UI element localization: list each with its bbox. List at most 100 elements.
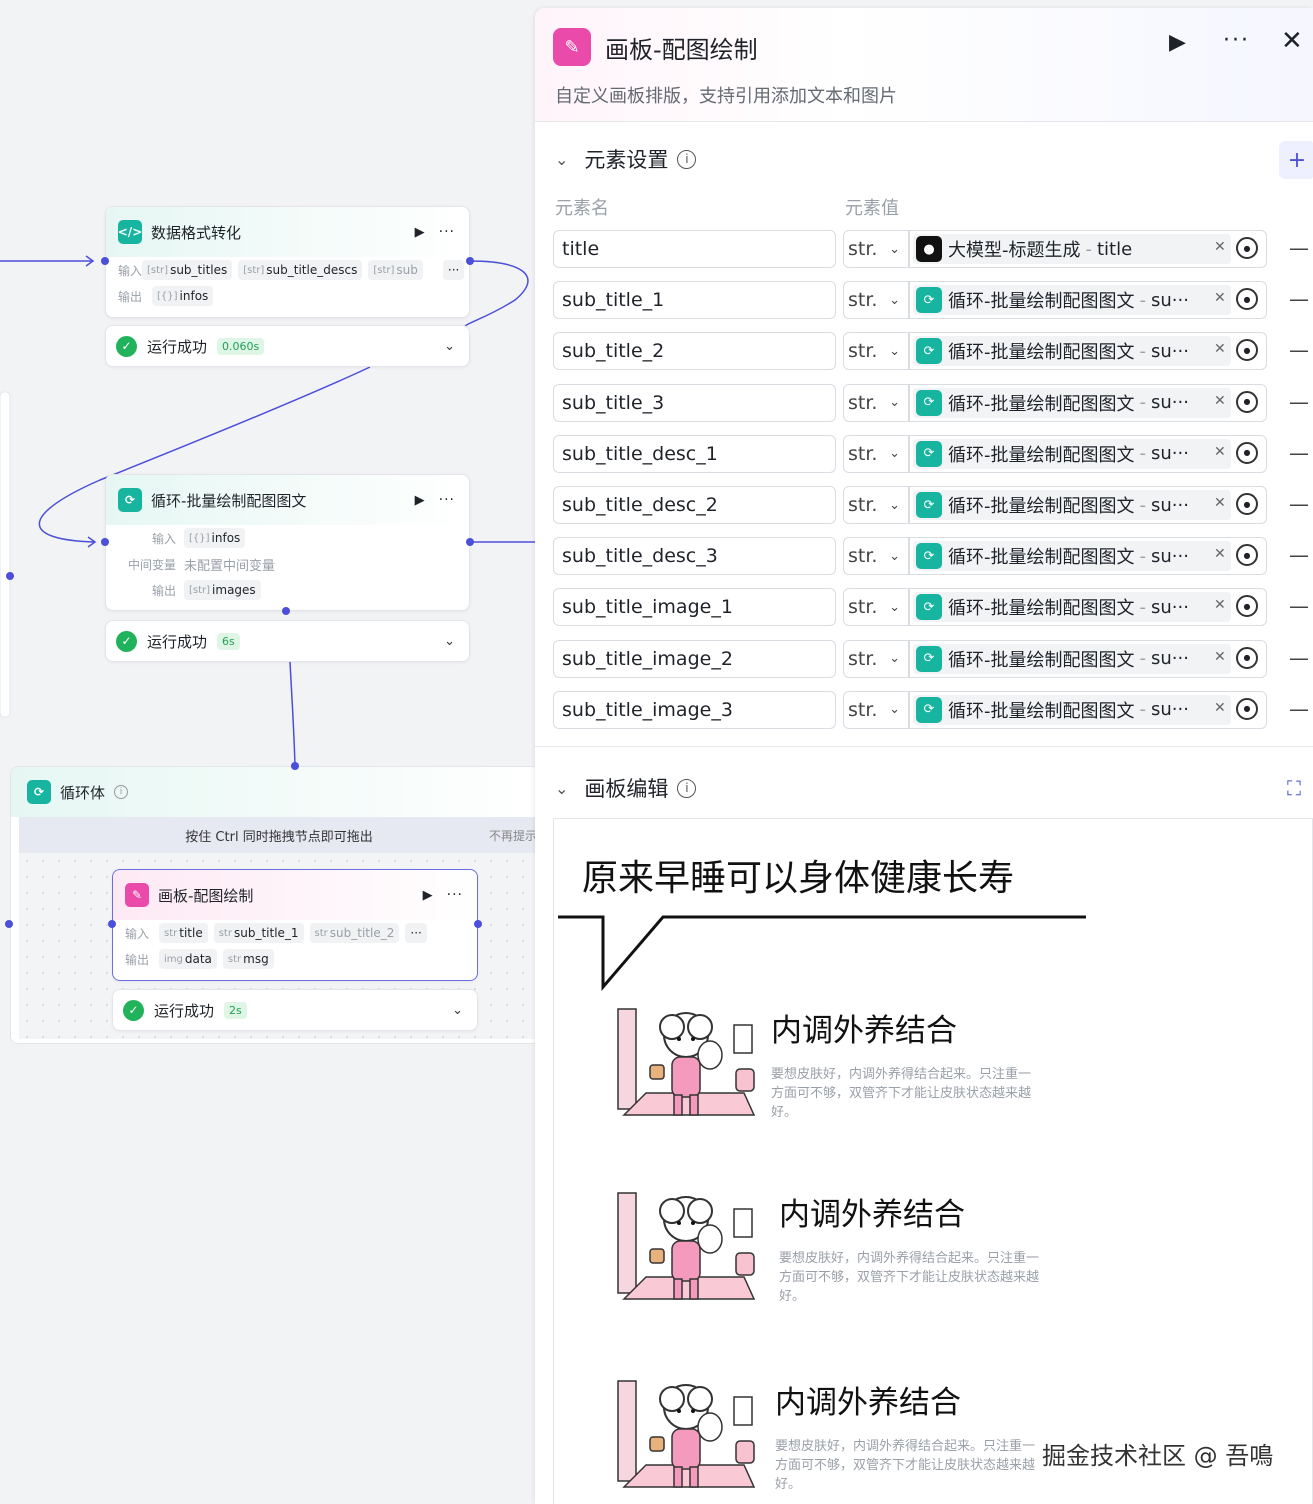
- element-name-input[interactable]: sub_title_1: [553, 281, 836, 320]
- run-icon[interactable]: ▶: [423, 888, 433, 903]
- info-icon[interactable]: i: [114, 785, 129, 799]
- element-value-field[interactable]: ● 大模型-标题生成 - title ✕ ●: [909, 230, 1267, 268]
- node-loop-batch[interactable]: ⟳ 循环-批量绘制配图图文 ▶ ··· 输入 [{}] infos 中间变量 未配…: [105, 474, 470, 611]
- remove-element-icon[interactable]: —: [1289, 697, 1309, 721]
- clear-icon[interactable]: ✕: [1214, 290, 1226, 306]
- element-value-field[interactable]: ⟳ 循环-批量绘制配图图文 - su··· ✕ ●: [909, 537, 1267, 576]
- item-heading[interactable]: 内调外养结合: [775, 1377, 961, 1422]
- item-description[interactable]: 要想皮肤好，内调外养得结合起来。只注重一方面可不够，双管齐下才能让皮肤状态越来越…: [779, 1249, 1049, 1306]
- cartoon-illustration[interactable]: [616, 1189, 756, 1309]
- loop-input-port[interactable]: [291, 762, 299, 770]
- port[interactable]: [6, 572, 14, 580]
- remove-element-icon[interactable]: —: [1289, 236, 1309, 260]
- dismiss-hint-link[interactable]: 不再提示: [489, 827, 535, 844]
- element-value-field[interactable]: ⟳ 循环-批量绘制配图图文 - su··· ✕ ●: [909, 332, 1267, 371]
- input-port[interactable]: [108, 920, 116, 928]
- more-icon[interactable]: ···: [439, 492, 455, 508]
- input-port[interactable]: [101, 538, 109, 546]
- remove-element-icon[interactable]: —: [1289, 492, 1309, 516]
- clear-icon[interactable]: ✕: [1214, 649, 1226, 665]
- item-description[interactable]: 要想皮肤好，内调外养得结合起来。只注重一方面可不够，双管齐下才能让皮肤状态越来越…: [771, 1065, 1041, 1122]
- chevron-down-icon[interactable]: ⌄: [444, 339, 455, 354]
- reference-tag[interactable]: ⟳ 循环-批量绘制配图图文 - su···: [913, 285, 1231, 316]
- variable-picker-icon[interactable]: ●: [1236, 288, 1258, 311]
- reference-tag[interactable]: ⟳ 循环-批量绘制配图图文 - su···: [913, 694, 1231, 725]
- element-name-input[interactable]: sub_title_desc_3: [553, 537, 836, 576]
- variable-picker-icon[interactable]: ●: [1236, 441, 1258, 464]
- variable-picker-icon[interactable]: ●: [1236, 544, 1258, 567]
- reference-tag[interactable]: ⟳ 循环-批量绘制配图图文 - su···: [913, 541, 1231, 572]
- cartoon-illustration[interactable]: [616, 1377, 756, 1497]
- status-bar[interactable]: ✓ 运行成功 6s ⌄: [105, 620, 470, 662]
- chevron-down-icon[interactable]: ⌄: [444, 634, 455, 649]
- section-canvas-header[interactable]: ⌄ 画板编辑 i: [555, 773, 697, 803]
- reference-tag[interactable]: ⟳ 循环-批量绘制配图图文 - su···: [913, 336, 1231, 367]
- reference-tag[interactable]: ● 大模型-标题生成 - title: [913, 234, 1231, 264]
- input-port[interactable]: [101, 257, 109, 265]
- type-select[interactable]: str. ⌄: [843, 383, 909, 422]
- element-name-input[interactable]: title: [553, 230, 836, 268]
- output-port[interactable]: [466, 538, 474, 546]
- clear-icon[interactable]: ✕: [1214, 700, 1226, 716]
- type-select[interactable]: str. ⌄: [843, 639, 909, 678]
- element-value-field[interactable]: ⟳ 循环-批量绘制配图图文 - su··· ✕ ●: [909, 588, 1267, 627]
- more-icon[interactable]: ···: [447, 887, 463, 903]
- type-select[interactable]: str. ⌄: [843, 332, 909, 371]
- add-element-button[interactable]: +: [1279, 141, 1313, 179]
- clear-icon[interactable]: ✕: [1214, 341, 1226, 357]
- variable-picker-icon[interactable]: ●: [1236, 493, 1258, 515]
- more-inputs[interactable]: ···: [405, 923, 427, 943]
- element-name-input[interactable]: sub_title_image_2: [553, 639, 836, 678]
- reference-tag[interactable]: ⟳ 循环-批量绘制配图图文 - su···: [913, 643, 1231, 674]
- remove-element-icon[interactable]: —: [1289, 594, 1309, 618]
- close-icon[interactable]: ✕: [1281, 26, 1303, 56]
- remove-element-icon[interactable]: —: [1289, 543, 1309, 567]
- element-name-input[interactable]: sub_title_desc_1: [553, 434, 836, 473]
- loop-port[interactable]: [282, 607, 290, 615]
- element-value-field[interactable]: ⟳ 循环-批量绘制配图图文 - su··· ✕ ●: [909, 383, 1267, 422]
- type-select[interactable]: str. ⌄: [843, 230, 909, 268]
- element-value-field[interactable]: ⟳ 循环-批量绘制配图图文 - su··· ✕ ●: [909, 639, 1267, 678]
- canvas-title-text[interactable]: 原来早睡可以身体健康长寿: [582, 849, 1014, 901]
- cartoon-illustration[interactable]: [616, 1005, 756, 1125]
- element-name-input[interactable]: sub_title_image_3: [553, 690, 836, 729]
- variable-picker-icon[interactable]: ●: [1236, 646, 1258, 669]
- port[interactable]: [5, 920, 13, 928]
- chevron-down-icon[interactable]: ⌄: [555, 779, 568, 798]
- variable-picker-icon[interactable]: ●: [1236, 339, 1258, 362]
- element-value-field[interactable]: ⟳ 循环-批量绘制配图图文 - su··· ✕ ●: [909, 690, 1267, 729]
- remove-element-icon[interactable]: —: [1289, 441, 1309, 465]
- element-value-field[interactable]: ⟳ 循环-批量绘制配图图文 - su··· ✕ ●: [909, 434, 1267, 473]
- reference-tag[interactable]: ⟳ 循环-批量绘制配图图文 - su···: [913, 592, 1231, 623]
- canvas-item[interactable]: 内调外养结合要想皮肤好，内调外养得结合起来。只注重一方面可不够，双管齐下才能让皮…: [616, 1189, 1296, 1359]
- element-name-input[interactable]: sub_title_image_1: [553, 588, 836, 627]
- speech-bubble-shape[interactable]: [558, 911, 1088, 991]
- info-icon[interactable]: i: [677, 149, 697, 169]
- element-value-field[interactable]: ⟳ 循环-批量绘制配图图文 - su··· ✕ ●: [909, 486, 1267, 524]
- clear-icon[interactable]: ✕: [1214, 495, 1226, 511]
- item-heading[interactable]: 内调外养结合: [779, 1189, 965, 1234]
- clear-icon[interactable]: ✕: [1214, 239, 1226, 255]
- clear-icon[interactable]: ✕: [1214, 393, 1226, 409]
- type-select[interactable]: str. ⌄: [843, 690, 909, 729]
- more-icon[interactable]: ···: [1223, 28, 1250, 53]
- run-icon[interactable]: ▶: [415, 493, 425, 508]
- more-icon[interactable]: ···: [439, 224, 455, 240]
- type-select[interactable]: str. ⌄: [843, 486, 909, 524]
- status-bar[interactable]: ✓ 运行成功 2s ⌄: [112, 989, 478, 1031]
- output-port[interactable]: [466, 257, 474, 265]
- section-elements-header[interactable]: ⌄ 元素设置 i: [555, 144, 697, 174]
- type-select[interactable]: str. ⌄: [843, 281, 909, 320]
- node-canvas-draw[interactable]: ✎ 画板-配图绘制 ▶ ··· 输入 str title str sub_title…: [112, 869, 478, 981]
- remove-element-icon[interactable]: —: [1289, 390, 1309, 414]
- node-data-format-convert[interactable]: </> 数据格式转化 ▶ ··· 输入 [str] sub_titles [str…: [105, 206, 470, 318]
- canvas-item[interactable]: 内调外养结合 要想皮肤好，内调外养得结合起来。只注重一方面可不够，双管齐下才能让皮…: [616, 1005, 1296, 1175]
- type-select[interactable]: str. ⌄: [843, 537, 909, 576]
- info-icon[interactable]: i: [677, 778, 697, 798]
- output-port[interactable]: [474, 920, 482, 928]
- item-description[interactable]: 要想皮肤好，内调外养得结合起来。只注重一方面可不够，双管齐下才能让皮肤状态越来越…: [775, 1437, 1045, 1494]
- reference-tag[interactable]: ⟳ 循环-批量绘制配图图文 - su···: [913, 438, 1231, 469]
- chevron-down-icon[interactable]: ⌄: [555, 150, 568, 169]
- chevron-down-icon[interactable]: ⌄: [452, 1003, 463, 1018]
- element-name-input[interactable]: sub_title_2: [553, 332, 836, 371]
